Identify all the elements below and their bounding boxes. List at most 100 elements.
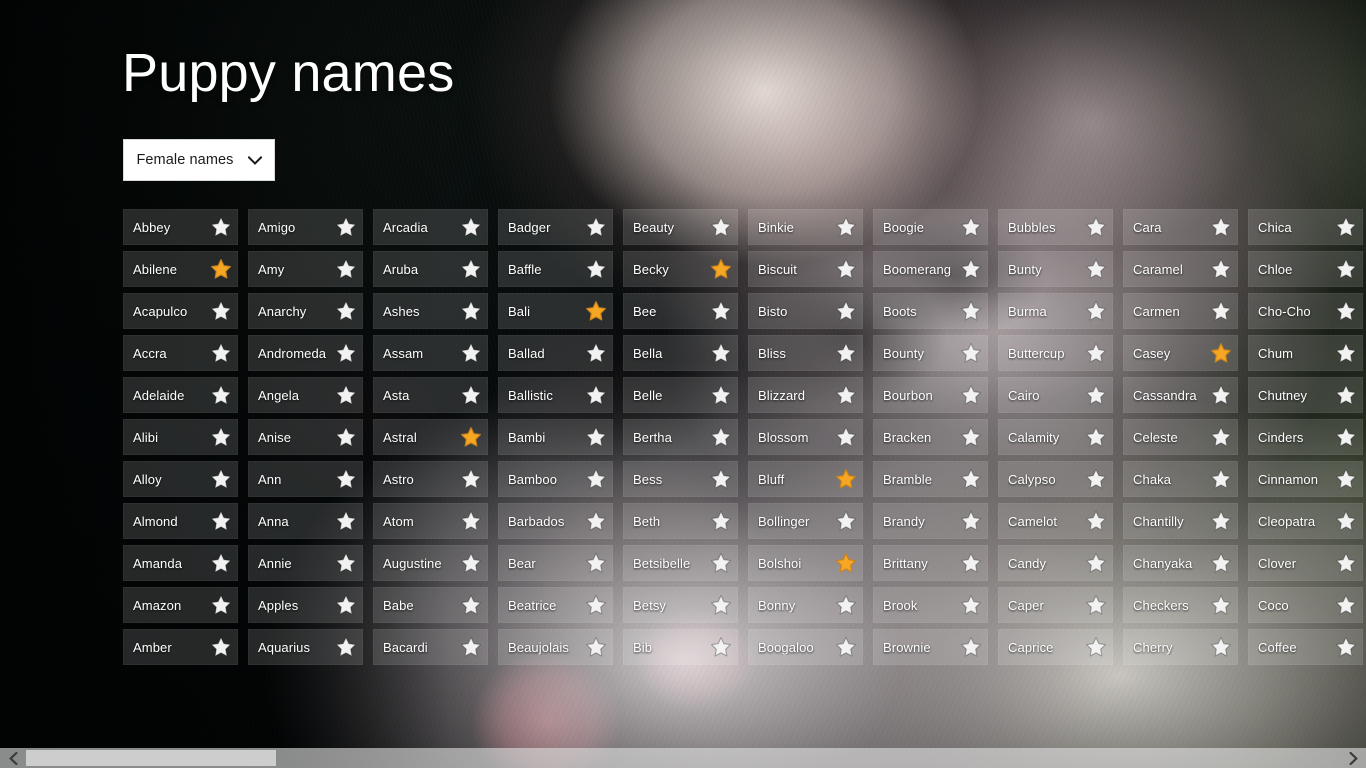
star-outline-icon[interactable] xyxy=(585,342,607,364)
name-tile[interactable]: Ballistic xyxy=(498,377,613,413)
star-outline-icon[interactable] xyxy=(335,426,357,448)
name-tile[interactable]: Brook xyxy=(873,587,988,623)
name-tile[interactable]: Cassandra xyxy=(1123,377,1238,413)
star-outline-icon[interactable] xyxy=(1085,342,1107,364)
name-tile[interactable]: Cherry xyxy=(1123,629,1238,665)
star-outline-icon[interactable] xyxy=(960,384,982,406)
name-tile[interactable]: Alloy xyxy=(123,461,238,497)
name-tile[interactable]: Bali xyxy=(498,293,613,329)
star-outline-icon[interactable] xyxy=(1085,258,1107,280)
name-tile[interactable]: Bourbon xyxy=(873,377,988,413)
name-tile[interactable]: Boogie xyxy=(873,209,988,245)
name-tile[interactable]: Cara xyxy=(1123,209,1238,245)
star-filled-icon[interactable] xyxy=(210,258,232,280)
star-outline-icon[interactable] xyxy=(835,426,857,448)
name-tile[interactable]: Accra xyxy=(123,335,238,371)
star-outline-icon[interactable] xyxy=(585,468,607,490)
name-tile[interactable]: Ashes xyxy=(373,293,488,329)
scrollbar-track[interactable] xyxy=(26,748,1340,768)
name-tile[interactable]: Asta xyxy=(373,377,488,413)
name-tile[interactable]: Amanda xyxy=(123,545,238,581)
star-outline-icon[interactable] xyxy=(710,510,732,532)
name-tile[interactable]: Amigo xyxy=(248,209,363,245)
name-tile[interactable]: Caper xyxy=(998,587,1113,623)
star-outline-icon[interactable] xyxy=(960,510,982,532)
star-outline-icon[interactable] xyxy=(210,384,232,406)
name-tile[interactable]: Aruba xyxy=(373,251,488,287)
star-outline-icon[interactable] xyxy=(585,510,607,532)
star-outline-icon[interactable] xyxy=(710,594,732,616)
name-tile[interactable]: Cinnamon xyxy=(1248,461,1363,497)
star-outline-icon[interactable] xyxy=(710,426,732,448)
star-outline-icon[interactable] xyxy=(1085,300,1107,322)
star-outline-icon[interactable] xyxy=(460,594,482,616)
name-tile[interactable]: Anarchy xyxy=(248,293,363,329)
star-outline-icon[interactable] xyxy=(585,636,607,658)
name-tile[interactable]: Bollinger xyxy=(748,503,863,539)
name-tile[interactable]: Bonny xyxy=(748,587,863,623)
star-filled-icon[interactable] xyxy=(710,258,732,280)
name-tile[interactable]: Coffee xyxy=(1248,629,1363,665)
name-tile[interactable]: Coco xyxy=(1248,587,1363,623)
name-tile[interactable]: Beth xyxy=(623,503,738,539)
name-tile[interactable]: Cleopatra xyxy=(1248,503,1363,539)
name-tile[interactable]: Brandy xyxy=(873,503,988,539)
name-tile[interactable]: Casey xyxy=(1123,335,1238,371)
name-tile[interactable]: Bracken xyxy=(873,419,988,455)
star-outline-icon[interactable] xyxy=(960,258,982,280)
star-outline-icon[interactable] xyxy=(210,510,232,532)
name-tile[interactable]: Betsibelle xyxy=(623,545,738,581)
star-outline-icon[interactable] xyxy=(1210,636,1232,658)
name-tile[interactable]: Beatrice xyxy=(498,587,613,623)
name-tile[interactable]: Boots xyxy=(873,293,988,329)
name-tile[interactable]: Alibi xyxy=(123,419,238,455)
name-tile[interactable]: Calamity xyxy=(998,419,1113,455)
star-outline-icon[interactable] xyxy=(710,342,732,364)
star-outline-icon[interactable] xyxy=(1335,258,1357,280)
name-tile[interactable]: Atom xyxy=(373,503,488,539)
name-tile[interactable]: Assam xyxy=(373,335,488,371)
star-outline-icon[interactable] xyxy=(210,552,232,574)
star-outline-icon[interactable] xyxy=(835,636,857,658)
name-tile[interactable]: Andromeda xyxy=(248,335,363,371)
name-tile[interactable]: Bamboo xyxy=(498,461,613,497)
star-outline-icon[interactable] xyxy=(1335,468,1357,490)
name-tile[interactable]: Badger xyxy=(498,209,613,245)
name-tile[interactable]: Barbados xyxy=(498,503,613,539)
star-outline-icon[interactable] xyxy=(335,258,357,280)
star-outline-icon[interactable] xyxy=(710,636,732,658)
name-tile[interactable]: Caprice xyxy=(998,629,1113,665)
star-outline-icon[interactable] xyxy=(335,300,357,322)
name-tile[interactable]: Baffle xyxy=(498,251,613,287)
name-tile[interactable]: Acapulco xyxy=(123,293,238,329)
star-outline-icon[interactable] xyxy=(1210,594,1232,616)
star-outline-icon[interactable] xyxy=(210,468,232,490)
name-tile[interactable]: Bambi xyxy=(498,419,613,455)
star-outline-icon[interactable] xyxy=(1335,510,1357,532)
name-tile[interactable]: Brownie xyxy=(873,629,988,665)
star-outline-icon[interactable] xyxy=(1085,384,1107,406)
name-tile[interactable]: Angela xyxy=(248,377,363,413)
star-outline-icon[interactable] xyxy=(710,300,732,322)
star-outline-icon[interactable] xyxy=(710,384,732,406)
star-outline-icon[interactable] xyxy=(460,552,482,574)
name-tile[interactable]: Biscuit xyxy=(748,251,863,287)
star-outline-icon[interactable] xyxy=(835,300,857,322)
star-outline-icon[interactable] xyxy=(585,258,607,280)
star-outline-icon[interactable] xyxy=(460,510,482,532)
name-tile[interactable]: Bolshoi xyxy=(748,545,863,581)
star-outline-icon[interactable] xyxy=(585,384,607,406)
star-outline-icon[interactable] xyxy=(210,300,232,322)
star-outline-icon[interactable] xyxy=(460,342,482,364)
star-filled-icon[interactable] xyxy=(585,300,607,322)
horizontal-scrollbar[interactable] xyxy=(0,748,1366,768)
name-tile[interactable]: Bee xyxy=(623,293,738,329)
star-outline-icon[interactable] xyxy=(1085,426,1107,448)
star-outline-icon[interactable] xyxy=(835,594,857,616)
star-outline-icon[interactable] xyxy=(335,552,357,574)
star-outline-icon[interactable] xyxy=(835,258,857,280)
name-tile[interactable]: Abbey xyxy=(123,209,238,245)
star-outline-icon[interactable] xyxy=(210,342,232,364)
star-outline-icon[interactable] xyxy=(1335,216,1357,238)
star-outline-icon[interactable] xyxy=(210,636,232,658)
